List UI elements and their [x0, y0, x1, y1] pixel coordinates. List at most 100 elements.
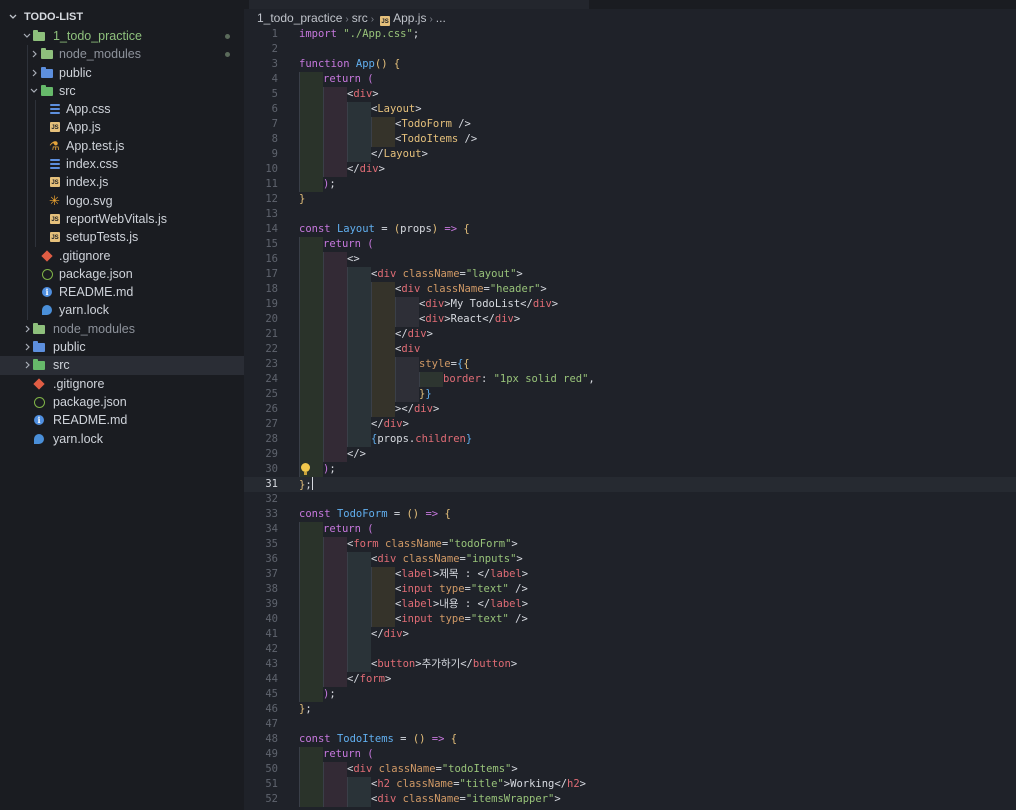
code-line[interactable]: 51 <h2 className="title">Working</h2> [244, 777, 1016, 792]
code-line[interactable]: 10 </div> [244, 162, 1016, 177]
code-line[interactable]: 29 </> [244, 447, 1016, 462]
code-line[interactable]: 9 </Layout> [244, 147, 1016, 162]
tree-item[interactable]: ✳ logo.svg [0, 191, 244, 210]
tree-item[interactable]: yarn.lock [0, 430, 244, 448]
code-line[interactable]: 1 import "./App.css"; [244, 27, 1016, 42]
code-line[interactable]: 39 <label>내용 : </label> [244, 597, 1016, 612]
explorer-header[interactable]: TODO-LIST [0, 8, 244, 26]
code-line[interactable]: 24 border: "1px solid red", [244, 372, 1016, 387]
code-line[interactable]: 45); [244, 687, 1016, 702]
code-line[interactable]: 16 <> [244, 252, 1016, 267]
code-line[interactable]: 50 <div className="todoItems"> [244, 762, 1016, 777]
line-number: 14 [265, 223, 278, 235]
breadcrumb-symbol[interactable]: ... [436, 11, 446, 25]
code-line[interactable]: 22 <div [244, 342, 1016, 357]
code-line[interactable]: 20 <div>React</div> [244, 312, 1016, 327]
code-line[interactable]: 36 <div className="inputs"> [244, 552, 1016, 567]
code-line[interactable]: 32 [244, 492, 1016, 507]
tree-item[interactable]: JS setupTests.js [0, 228, 244, 247]
tree-item[interactable]: node_modules [0, 45, 244, 64]
tree-item[interactable]: src [0, 81, 244, 101]
indent-guide [299, 417, 323, 432]
tree-item[interactable]: .gitignore [0, 246, 244, 265]
code-token: const [299, 223, 337, 235]
breadcrumb-folder[interactable]: 1_todo_practice [257, 11, 342, 25]
code-line[interactable]: 30); [244, 462, 1016, 477]
tree-item[interactable]: public [0, 63, 244, 82]
tree-item[interactable]: App.css [0, 100, 244, 119]
code-line[interactable]: 23 style={{ [244, 357, 1016, 372]
code-line[interactable]: 33 const TodoForm = () => { [244, 507, 1016, 522]
code-line[interactable]: 2 [244, 42, 1016, 57]
code-line[interactable]: 37 <label>제목 : </label> [244, 567, 1016, 582]
tree-item[interactable]: src [0, 356, 244, 375]
tree-item[interactable]: yarn.lock [0, 301, 244, 320]
code-line[interactable]: 13 [244, 207, 1016, 222]
code-line[interactable]: 47 [244, 717, 1016, 732]
code-line[interactable]: 3 function App() { [244, 57, 1016, 72]
code-line[interactable]: 48 const TodoItems = () => { [244, 732, 1016, 747]
tree-item[interactable]: i README.md [0, 411, 244, 429]
code-line[interactable]: 41 </div> [244, 627, 1016, 642]
indent-guide [323, 432, 347, 447]
code-line[interactable]: 6 <Layout> [244, 102, 1016, 117]
indent-guide [323, 582, 347, 597]
code-line[interactable]: 31}; [244, 477, 1016, 492]
tree-item[interactable]: package.json [0, 264, 244, 284]
tree-item[interactable]: .gitignore [0, 375, 244, 393]
code-line[interactable]: 11); [244, 177, 1016, 192]
js-file-icon: JS [49, 118, 63, 136]
code-line[interactable]: 52 <div className="itemsWrapper"> [244, 792, 1016, 807]
tree-item[interactable]: 1_todo_practice [0, 27, 244, 45]
tree-item[interactable]: public [0, 338, 244, 356]
indent-guide [347, 432, 371, 447]
breadcrumb-file[interactable]: App.js [393, 11, 426, 25]
tree-item[interactable]: node_modules [0, 320, 244, 338]
code-line[interactable]: 8 <TodoItems /> [244, 132, 1016, 147]
code-line[interactable]: 4 return ( [244, 72, 1016, 87]
tree-item[interactable]: JS index.js [0, 173, 244, 192]
code-token: </ [347, 163, 360, 175]
code-line[interactable]: 49 return ( [244, 747, 1016, 762]
code-line[interactable]: 42 [244, 642, 1016, 657]
tree-item[interactable]: ⚗ App.test.js [0, 136, 244, 156]
code-line[interactable]: 35 <form className="todoForm"> [244, 537, 1016, 552]
code-line[interactable]: 44 </form> [244, 672, 1016, 687]
code-line[interactable]: 27 </div> [244, 417, 1016, 432]
code-line[interactable]: 18 <div className="header"> [244, 282, 1016, 297]
indent-guide [35, 155, 36, 174]
tree-item[interactable]: package.json [0, 393, 244, 411]
code-text: return ( [323, 747, 374, 762]
active-tab[interactable] [249, 0, 589, 9]
tree-item[interactable]: i README.md [0, 283, 244, 302]
code-text: <h2 className="title">Working</h2> [371, 777, 586, 792]
code-line[interactable]: 5 <div> [244, 87, 1016, 102]
lightbulb-icon[interactable] [301, 463, 310, 475]
code-token: className [389, 778, 454, 790]
git-icon [33, 375, 47, 393]
code-editor[interactable]: 1 import "./App.css"; 2 3 function App() {4 r… [244, 27, 1016, 807]
code-line[interactable]: 12} [244, 192, 1016, 207]
code-token: type [432, 583, 465, 595]
code-line[interactable]: 26 ></div> [244, 402, 1016, 417]
indent-guide [323, 642, 347, 657]
code-line[interactable]: 34 return ( [244, 522, 1016, 537]
breadcrumb-src[interactable]: src [352, 11, 368, 25]
tree-item[interactable]: JS reportWebVitals.js [0, 209, 244, 229]
tree-item[interactable]: index.css [0, 155, 244, 174]
code-line[interactable]: 19 <div>My TodoList</div> [244, 297, 1016, 312]
code-line[interactable]: 46}; [244, 702, 1016, 717]
code-line[interactable]: 40 <input type="text" /> [244, 612, 1016, 627]
code-line[interactable]: 17 <div className="layout"> [244, 267, 1016, 282]
code-line[interactable]: 25}} [244, 387, 1016, 402]
code-line[interactable]: 28 {props.children} [244, 432, 1016, 447]
code-line[interactable]: 38 <input type="text" /> [244, 582, 1016, 597]
code-line[interactable]: 43 <button>추가하기</button> [244, 657, 1016, 672]
code-line[interactable]: 15 return ( [244, 237, 1016, 252]
indent-guide [27, 63, 28, 82]
code-token: () [406, 508, 420, 520]
code-line[interactable]: 14 const Layout = (props) => { [244, 222, 1016, 237]
code-line[interactable]: 21 </div> [244, 327, 1016, 342]
code-line[interactable]: 7 <TodoForm /> [244, 117, 1016, 132]
tree-item[interactable]: JS App.js [0, 118, 244, 137]
